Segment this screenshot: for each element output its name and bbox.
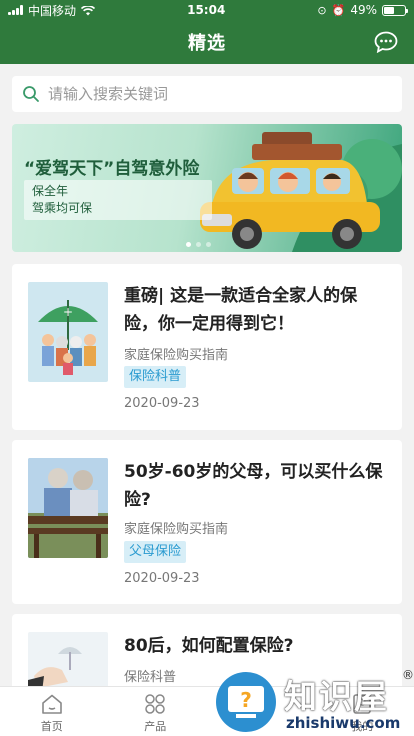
- banner-headline: “爱驾天下”自驾意外险: [24, 159, 200, 179]
- article-thumbnail: +: [28, 282, 108, 382]
- grid-icon: [145, 694, 165, 714]
- tab-home[interactable]: 首页: [0, 687, 104, 736]
- article-tag[interactable]: 父母保险: [124, 541, 187, 563]
- top-bar: 中国移动 15:04 ⊙ ⏰ 49% 精选: [0, 0, 414, 64]
- watermark-reg: ®: [402, 668, 414, 682]
- article-tag[interactable]: 保险科普: [124, 366, 187, 388]
- article-card[interactable]: 50岁-60岁的父母，可以买什么保险? 家庭保险购买指南 父母保险 2020-0…: [12, 440, 402, 604]
- tab-label: 产品: [144, 720, 167, 733]
- tab-label: 首页: [40, 720, 63, 733]
- search-bar[interactable]: [12, 76, 402, 112]
- pager-dot: [206, 242, 211, 247]
- article-title: 重磅| 这是一款适合全家人的保险，你一定用得到它！: [124, 286, 358, 334]
- cell-signal-icon: [8, 5, 23, 15]
- banner-subtext-line2: 驾乘均可保: [32, 201, 93, 215]
- watermark-cn: 知识屋: [284, 677, 389, 716]
- pager-dot: [196, 242, 201, 247]
- pager-dot-active: [186, 242, 191, 247]
- home-icon: [41, 694, 62, 714]
- page-title: 精选: [188, 33, 226, 54]
- article-source: 家庭保险购买指南: [124, 522, 229, 537]
- tab-products[interactable]: 产品: [104, 687, 208, 736]
- svg-text:+: +: [63, 305, 73, 319]
- search-icon: [23, 86, 39, 102]
- watermark-en: zhishiwu.com: [286, 714, 401, 732]
- banner-subtext: 保全年 驾乘均可保: [24, 180, 212, 220]
- watermark: ? 知识屋 zhishiwu.com ®: [214, 664, 414, 736]
- chat-button[interactable]: [372, 28, 400, 56]
- article-thumbnail: [28, 458, 108, 558]
- promo-banner[interactable]: “爱驾天下”自驾意外险 保全年 驾乘均可保: [12, 124, 402, 252]
- lock-rotation-icon: ⊙: [317, 3, 327, 17]
- status-bar: 中国移动 15:04 ⊙ ⏰ 49%: [0, 0, 414, 20]
- carrier-label: 中国移动: [28, 3, 77, 18]
- chat-bubble-icon: [374, 31, 398, 53]
- battery-icon: [382, 4, 408, 16]
- article-date: 2020-09-23: [124, 396, 200, 411]
- nav-header: 精选: [0, 20, 414, 64]
- banner-pager: [186, 242, 211, 247]
- article-card[interactable]: + 重磅| 这是一款适合全家人的保险，你一定用得到它！ 家庭保险购买指南 保险科…: [12, 264, 402, 430]
- alarm-icon: ⏰: [331, 3, 346, 17]
- svg-text:?: ?: [240, 688, 252, 712]
- watermark-logo-icon: ?: [216, 672, 276, 732]
- banner-subtext-line1: 保全年: [32, 184, 69, 198]
- article-source: 家庭保险购买指南: [124, 348, 229, 363]
- article-title: 50岁-60岁的父母，可以买什么保险?: [124, 462, 383, 510]
- battery-percent: 49%: [350, 3, 377, 17]
- article-title: 80后，如何配置保险?: [124, 636, 294, 656]
- article-date: 2020-09-23: [124, 571, 200, 586]
- article-thumbnail: [28, 632, 108, 692]
- search-input[interactable]: [48, 85, 392, 103]
- clock: 15:04: [187, 3, 226, 17]
- wifi-icon: [80, 5, 96, 16]
- article-source: 保险科普: [124, 670, 177, 685]
